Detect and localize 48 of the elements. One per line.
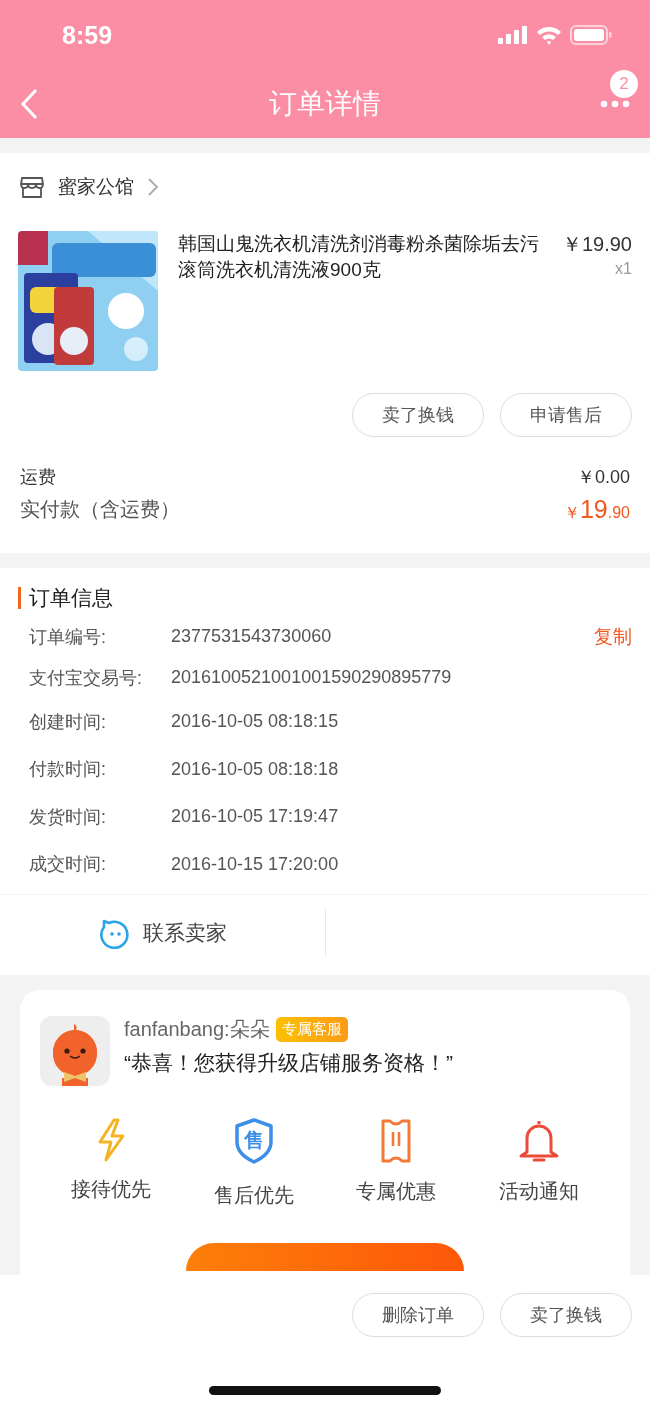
info-value: 2016-10-05 08:18:15	[171, 711, 340, 733]
shipping-value: ￥0.00	[576, 466, 630, 489]
action-button[interactable]: 删除订单	[352, 1293, 484, 1337]
contact-seller-button[interactable]: 联系卖家	[0, 916, 325, 949]
info-value: 2016100521001001590290895779	[171, 667, 453, 688]
service-tag: 专属客服	[275, 1017, 348, 1042]
sender-name: fanfanbang:朵朵	[124, 1017, 270, 1042]
info-label: 订单编号:	[29, 625, 107, 649]
mascot-avatar	[40, 1016, 110, 1086]
shield-icon: 售	[233, 1118, 274, 1164]
info-value: 2377531543730060	[171, 626, 333, 647]
info-label: 成交时间:	[29, 853, 107, 877]
action-button[interactable]: 卖了换钱	[500, 1293, 632, 1337]
more-button[interactable]	[600, 100, 630, 108]
status-time: 8:59	[62, 20, 113, 50]
notification-badge: 2	[610, 70, 638, 98]
info-value: 2016-10-05 17:19:47	[171, 806, 340, 828]
page-title: 订单详情	[269, 87, 381, 121]
product-quantity: x1	[615, 260, 632, 278]
store-icon	[20, 176, 44, 198]
chevron-right-icon	[148, 178, 158, 196]
product-title[interactable]: 韩国山鬼洗衣机清洗剂消毒粉杀菌除垢去污滚筒洗衣机清洗液900克	[178, 231, 540, 283]
perk-label: 活动通知	[498, 1179, 579, 1204]
perk-label: 专属优惠	[356, 1179, 437, 1204]
info-value: 2016-10-15 17:20:00	[171, 853, 340, 875]
ticket-icon	[380, 1118, 413, 1164]
info-label: 支付宝交易号:	[29, 666, 143, 690]
battery-icon	[570, 25, 612, 45]
info-value: 2016-10-05 08:18:18	[171, 758, 340, 780]
perk-label: 接待优先	[71, 1177, 152, 1202]
wifi-icon	[536, 25, 562, 45]
paid-amount: ￥19.90	[563, 495, 630, 524]
upgrade-button[interactable]	[186, 1243, 464, 1271]
action-button[interactable]: 卖了换钱	[352, 393, 484, 437]
paid-label: 实付款（含运费）	[20, 497, 180, 522]
store-name[interactable]: 蜜家公馆	[58, 174, 134, 200]
signal-icon	[498, 26, 528, 44]
shipping-label: 运费	[20, 466, 56, 489]
product-price: ￥19.90	[561, 232, 632, 257]
info-label: 发货时间:	[29, 805, 107, 829]
back-button[interactable]	[20, 88, 38, 120]
info-label: 付款时间:	[29, 758, 107, 782]
section-title: 订单信息	[29, 585, 113, 611]
bell-icon	[517, 1118, 560, 1164]
upgrade-message: “恭喜！您获得升级店铺服务资格！”	[124, 1050, 453, 1076]
info-label: 创建时间:	[29, 710, 107, 734]
action-button[interactable]: 申请售后	[500, 393, 632, 437]
perk-label: 售后优先	[213, 1183, 294, 1208]
